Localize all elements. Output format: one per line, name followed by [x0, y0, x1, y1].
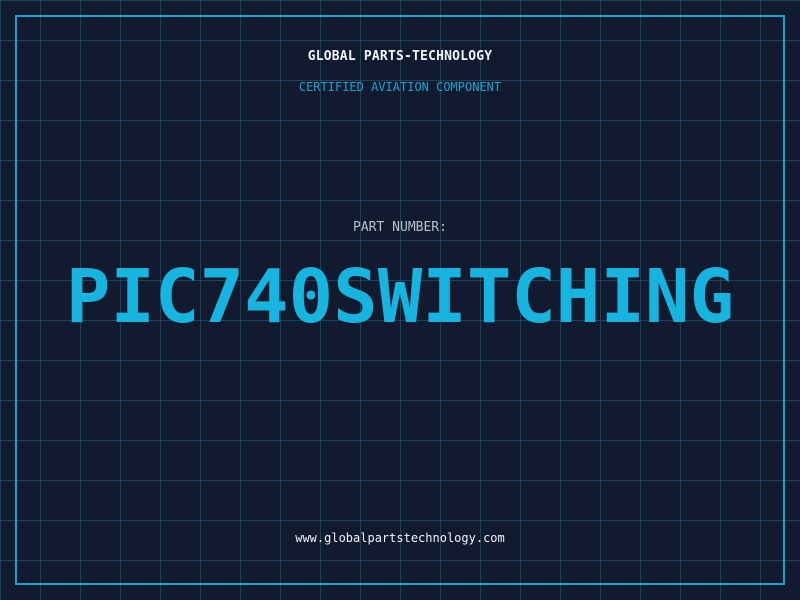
- company-name: GLOBAL PARTS-TECHNOLOGY: [307, 49, 493, 64]
- website-url: www.globalpartstechnology.com: [295, 531, 505, 545]
- certification-subtitle: CERTIFIED AVIATION COMPONENT: [298, 80, 502, 94]
- part-number-value: PIC740SWITCHING: [65, 254, 735, 340]
- part-number-label: PART NUMBER:: [353, 220, 447, 235]
